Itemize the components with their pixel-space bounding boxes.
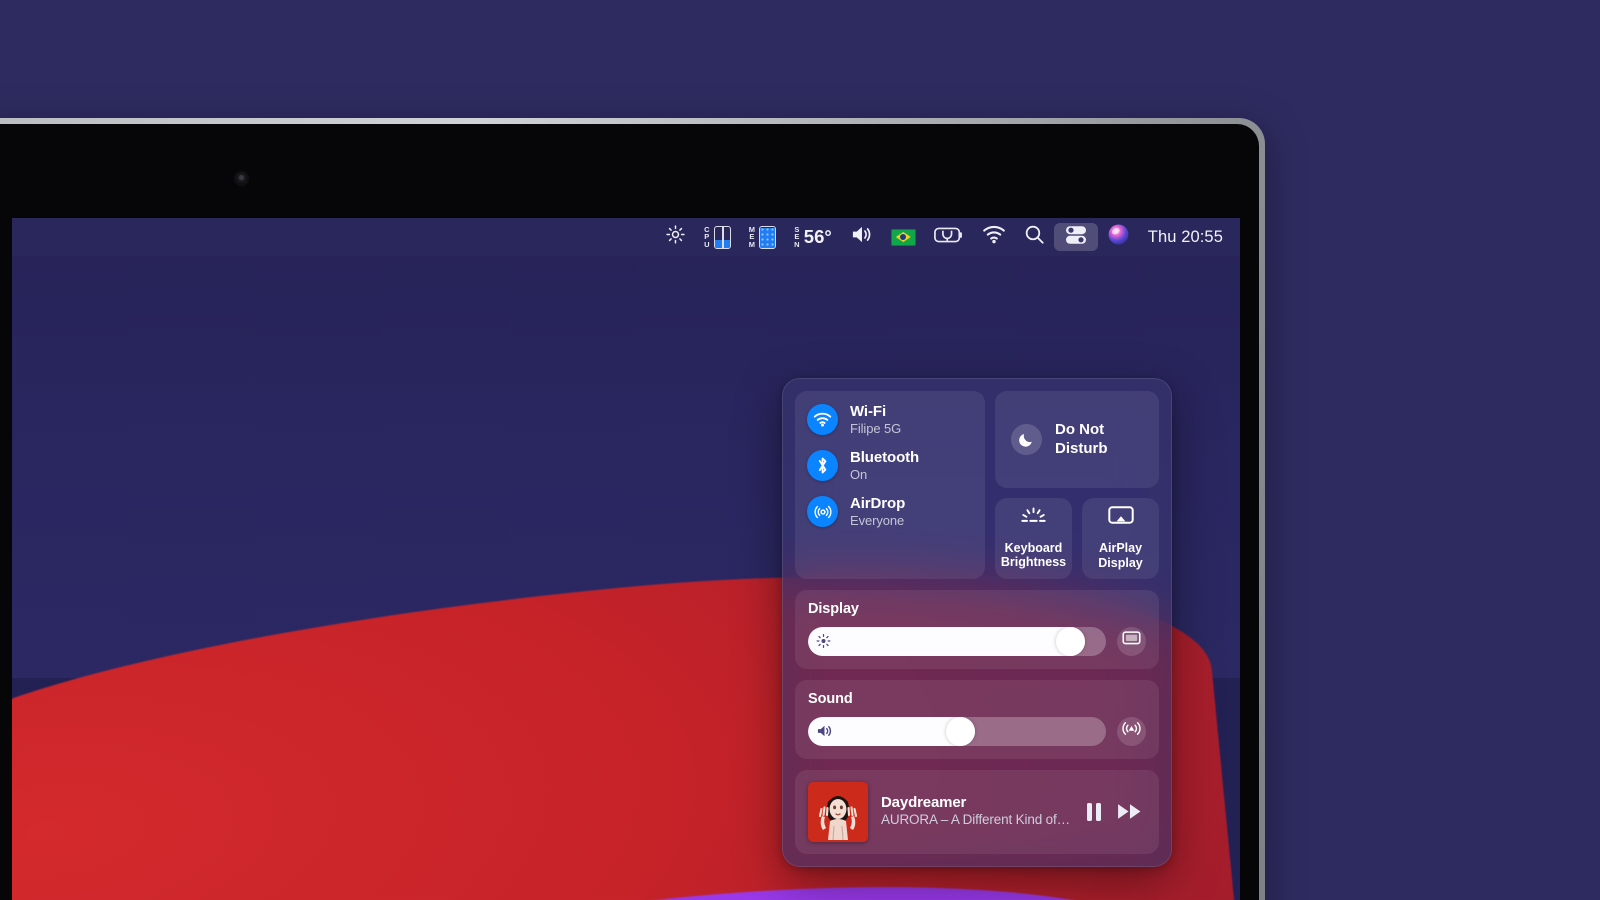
- dnd-label-line2: Disturb: [1055, 439, 1108, 457]
- brightness-small-icon: [816, 634, 831, 649]
- menubar-clock[interactable]: Thu 20:55: [1139, 223, 1232, 251]
- track-subtitle: AURORA – A Different Kind of…: [881, 812, 1070, 828]
- menubar-spotlight[interactable]: [1015, 223, 1054, 251]
- mem-gauge-icon: [759, 225, 777, 249]
- airdrop-icon: [807, 496, 838, 528]
- keyboard-brightness-icon: [1020, 506, 1047, 531]
- airplay-display-button[interactable]: AirPlay Display: [1082, 498, 1159, 579]
- battery-charging-icon: [933, 225, 964, 250]
- connectivity-tile: Wi-Fi Filipe 5G Bluetooth On AirDrop Eve…: [795, 391, 985, 579]
- track-title: Daydreamer: [881, 793, 967, 811]
- wifi-toggle[interactable]: Wi-Fi Filipe 5G: [807, 403, 973, 436]
- sensor-label: SEN: [794, 224, 800, 249]
- display-section: Display: [795, 589, 1159, 669]
- laptop-frame: CPU MEM SEN 56° Thu 20:55 Wi-Fi Filipe 5…: [0, 118, 1265, 900]
- clock-label: Thu 20:55: [1147, 227, 1223, 246]
- bluetooth-subtitle: On: [850, 466, 868, 482]
- control-center-panel: Wi-Fi Filipe 5G Bluetooth On AirDrop Eve…: [782, 378, 1172, 867]
- mini-tiles-row: Keyboard Brightness AirPlay Display: [995, 498, 1159, 579]
- sun-icon: [665, 224, 686, 250]
- speaker-small-icon: [816, 724, 833, 739]
- cpu-gauge-icon: [713, 225, 731, 249]
- menubar-sensor[interactable]: SEN 56°: [785, 223, 841, 251]
- speaker-icon: [850, 224, 873, 250]
- fast-forward-button[interactable]: [1117, 802, 1142, 821]
- cpu-label: CPU: [704, 224, 710, 249]
- wifi-subtitle: Filipe 5G: [850, 420, 902, 436]
- now-playing-section: Daydreamer AURORA – A Different Kind of…: [795, 769, 1159, 854]
- display-icon: [1122, 631, 1141, 651]
- sound-section: Sound: [795, 679, 1159, 759]
- siri-icon: [1107, 223, 1130, 251]
- menu-bar: CPU MEM SEN 56° Thu 20:55: [12, 218, 1240, 256]
- airdrop-title: AirDrop: [850, 495, 906, 513]
- desktop: CPU MEM SEN 56° Thu 20:55 Wi-Fi Filipe 5…: [12, 218, 1240, 900]
- menubar-memory[interactable]: MEM: [740, 223, 785, 251]
- bluetooth-toggle[interactable]: Bluetooth On: [807, 449, 973, 482]
- airdrop-toggle[interactable]: AirDrop Everyone: [807, 495, 973, 528]
- pause-button[interactable]: [1085, 802, 1103, 822]
- webcam-icon: [235, 172, 248, 185]
- menubar-wifi[interactable]: [973, 223, 1015, 251]
- sound-output-button[interactable]: [1117, 716, 1146, 746]
- display-brightness-slider[interactable]: [808, 626, 1106, 656]
- airplay-audio-icon: [1122, 719, 1141, 743]
- dnd-label-line1: Do Not: [1055, 421, 1105, 439]
- bluetooth-title: Bluetooth: [850, 449, 920, 467]
- display-title: Display: [808, 600, 859, 617]
- screen-bezel: CPU MEM SEN 56° Thu 20:55 Wi-Fi Filipe 5…: [0, 124, 1259, 900]
- bluetooth-icon: [807, 450, 838, 482]
- display-options-button[interactable]: [1117, 626, 1146, 656]
- control-center-right-column: Do Not Disturb Keyboard Brightness AirPl…: [995, 391, 1159, 579]
- do-not-disturb-toggle[interactable]: Do Not Disturb: [995, 391, 1159, 488]
- menubar-battery[interactable]: [925, 223, 973, 251]
- sound-title: Sound: [808, 690, 853, 707]
- keyboard-brightness-label-line2: Brightness: [1000, 555, 1067, 570]
- search-icon: [1024, 224, 1045, 250]
- menubar-input-source[interactable]: [882, 223, 925, 251]
- brazil-flag-icon: [890, 228, 916, 246]
- airplay-display-label-line2: Display: [1098, 555, 1143, 570]
- airdrop-subtitle: Everyone: [850, 512, 905, 528]
- moon-icon: [1011, 424, 1042, 455]
- menubar-cpu[interactable]: CPU: [695, 223, 740, 251]
- mem-label: MEM: [748, 224, 756, 249]
- menubar-volume[interactable]: [841, 223, 882, 251]
- keyboard-brightness-label-line1: Keyboard: [1004, 540, 1063, 555]
- wifi-icon: [807, 404, 838, 435]
- control-center-icon: [1063, 224, 1089, 251]
- wifi-icon: [982, 225, 1006, 249]
- sensor-temperature: 56°: [803, 226, 832, 247]
- sound-volume-slider[interactable]: [808, 716, 1106, 746]
- album-artwork: [808, 781, 868, 842]
- airplay-display-label-line1: AirPlay: [1098, 541, 1143, 555]
- control-center-top-row: Wi-Fi Filipe 5G Bluetooth On AirDrop Eve…: [795, 391, 1159, 579]
- album-artwork-figure: [810, 785, 866, 840]
- menubar-control-center[interactable]: [1053, 223, 1098, 251]
- wifi-title: Wi-Fi: [850, 403, 887, 420]
- keyboard-brightness-button[interactable]: Keyboard Brightness: [995, 498, 1072, 579]
- menubar-brightness[interactable]: [656, 223, 695, 251]
- menubar-siri[interactable]: [1098, 223, 1139, 251]
- airplay-icon: [1107, 506, 1134, 531]
